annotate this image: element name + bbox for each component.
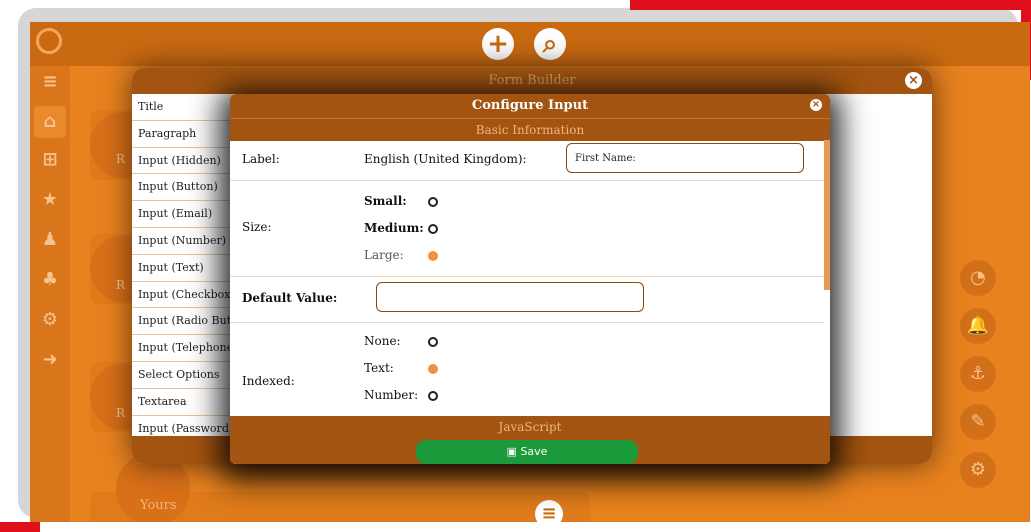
save-label: Save [520,445,548,458]
hamburger-icon[interactable]: ≡ [38,70,62,94]
list-item[interactable]: Select Options [132,362,232,389]
search-icon[interactable]: ⌕ [534,28,566,60]
section-javascript[interactable]: JavaScript [230,416,830,438]
card-initial: R [116,152,126,166]
save-icon: ▣ [506,445,517,458]
bell-icon[interactable]: 🔔 [960,308,996,344]
anchor-icon[interactable]: ⚓ [960,356,996,392]
add-box-icon[interactable]: ⊞ [38,148,62,172]
configure-input-modal: Configure Input × Basic Information Labe… [230,94,830,464]
list-item[interactable]: Title [132,94,232,121]
menu-icon[interactable]: ≡ [535,500,563,522]
radio-large[interactable] [428,251,438,261]
radio-number[interactable] [428,391,438,401]
size-option-large: Large: [364,248,404,262]
list-item[interactable]: Input (Telephone) [132,335,232,362]
default-value-label: Default Value: [242,291,338,305]
card-initial: R [116,278,126,292]
list-item[interactable]: Input (Text) [132,255,232,282]
size-option-small: Small: [364,194,407,208]
list-item[interactable]: Input (Button) [132,174,232,202]
radio-small[interactable] [428,197,438,207]
radio-text[interactable] [428,364,438,374]
section-basic-information[interactable]: Basic Information [230,118,830,141]
language-label: English (United Kingdom): [364,152,527,166]
red-corner-top [630,0,1031,10]
radio-none[interactable] [428,337,438,347]
plus-icon[interactable]: + [482,28,514,60]
label-input[interactable] [566,143,804,173]
size-row: Size: Small: Medium: Large: [230,180,824,277]
bottom-card-label: Yours [140,498,177,513]
list-item[interactable]: Input (Email) [132,201,232,228]
configure-input-body: Label: English (United Kingdom): Size: S… [230,140,830,415]
close-icon[interactable]: × [905,72,922,89]
list-item[interactable]: Paragraph [132,121,232,148]
modal-title: Configure Input [471,98,589,113]
default-value-input[interactable] [376,282,644,312]
indexed-option-number: Number: [364,388,419,402]
size-option-medium: Medium: [364,221,424,235]
close-icon[interactable]: × [810,99,822,111]
label-label: Label: [242,152,280,166]
list-item[interactable]: Input (Checkbox) [132,282,232,309]
home-icon[interactable]: ⌂ [34,106,66,138]
form-builder-title: Form Builder [132,68,932,94]
red-corner-bottom [0,522,40,532]
list-item[interactable]: Input (Number) [132,228,232,255]
indexed-label: Indexed: [242,374,295,388]
save-button[interactable]: ▣ Save [416,440,638,464]
user-icon[interactable]: ♟ [38,228,62,252]
top-bar: + ⌕ [30,22,1030,66]
star-icon[interactable]: ★ [38,188,62,212]
card-initial: R [116,406,126,420]
gear-icon[interactable]: ⚙ [960,452,996,488]
list-item[interactable]: Input (Hidden) [132,148,232,175]
list-item[interactable]: Textarea [132,389,232,416]
app-window: + ⌕ ≡ ⌂ ⊞ ★ ♟ ♣ ⚙ ➜ R R R ◔ 🔔 ⚓ ✎ ⚙ Your… [30,22,1030,522]
radio-medium[interactable] [428,224,438,234]
label-row: Label: English (United Kingdom): [230,140,824,181]
size-label: Size: [242,220,272,234]
indexed-option-text: Text: [364,361,394,375]
user-outline-icon[interactable] [36,28,62,54]
settings-icon[interactable]: ⚙ [38,308,62,332]
default-value-row: Default Value: [230,276,824,323]
configure-input-footer: ▣ Save [230,438,830,464]
sidebar: ≡ ⌂ ⊞ ★ ♟ ♣ ⚙ ➜ [30,66,70,522]
scrollbar[interactable] [824,140,830,290]
indexed-option-none: None: [364,334,401,348]
dashboard-icon[interactable]: ◔ [960,260,996,296]
indexed-row: Indexed: None: Text: Number: [230,322,824,415]
pencil-icon[interactable]: ✎ [960,404,996,440]
users-icon[interactable]: ♣ [38,268,62,292]
configure-input-header: Configure Input × [230,94,830,118]
element-list: Title Paragraph Input (Hidden) Input (Bu… [132,94,232,443]
list-item[interactable]: Input (Radio Button) [132,308,232,336]
logout-icon[interactable]: ➜ [38,348,62,372]
